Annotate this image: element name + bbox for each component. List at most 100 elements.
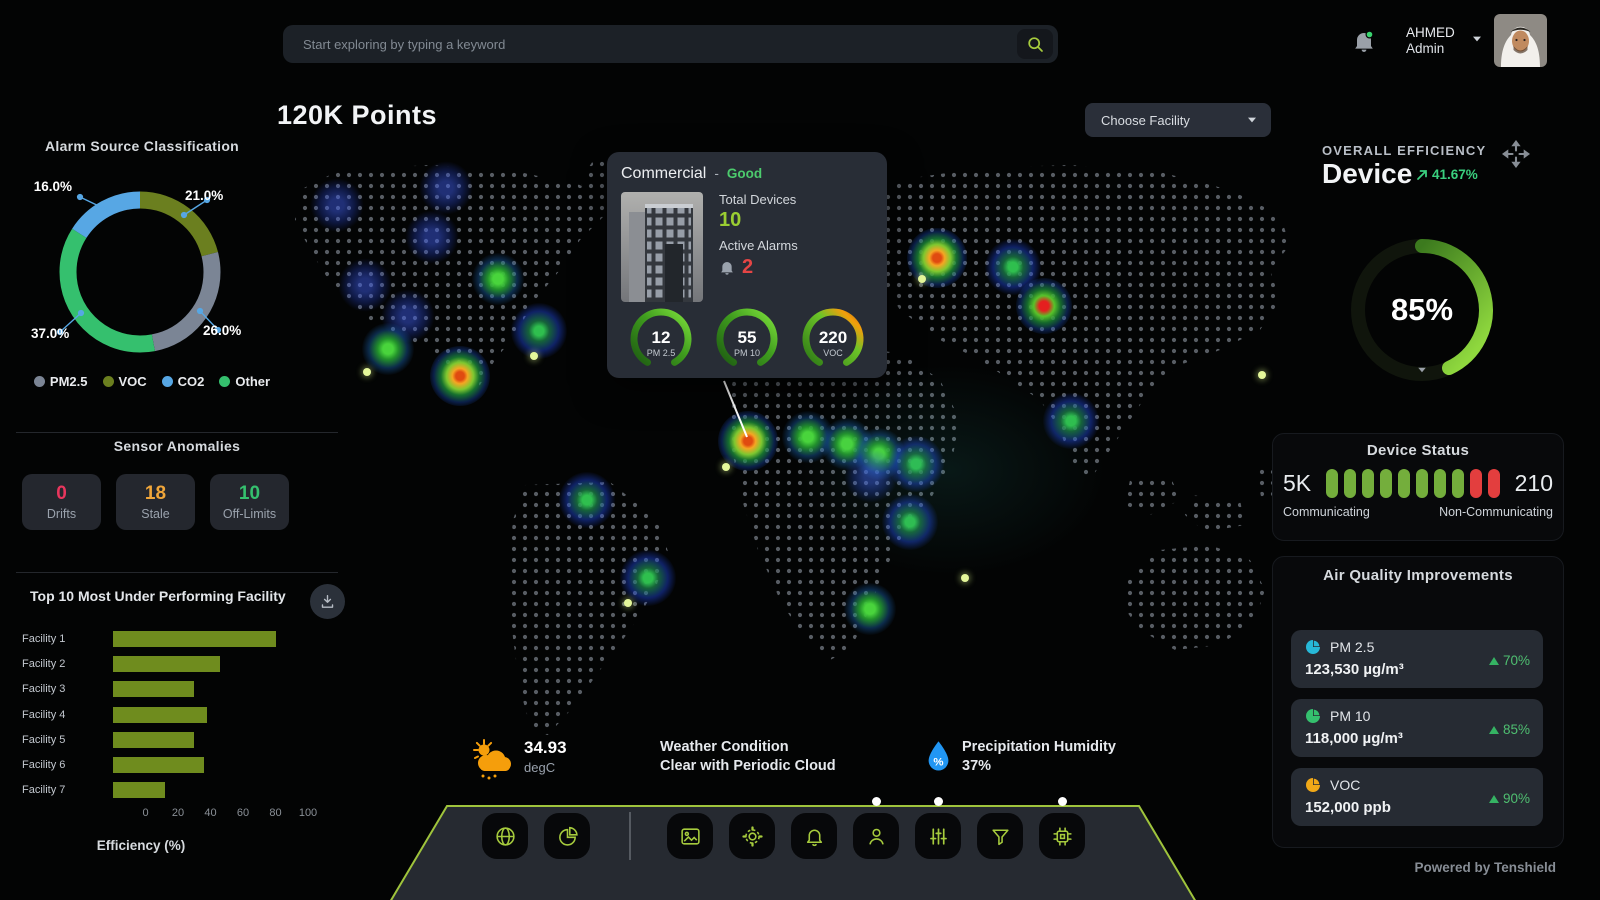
chip-icon (1051, 825, 1074, 848)
facility-bar (113, 656, 220, 672)
user-menu[interactable]: AHMED Admin (1406, 25, 1455, 57)
status-pill-green (1452, 469, 1464, 498)
communicating-count: 5K (1283, 470, 1311, 497)
move-handle-icon[interactable] (1502, 140, 1530, 173)
gear-icon (741, 825, 764, 848)
facility-bar (113, 732, 194, 748)
weather-condition-label: Weather Condition (660, 738, 836, 757)
pie-chart-button[interactable] (544, 813, 590, 859)
pie-chart-icon (556, 825, 579, 848)
donut-label-other: 37.0% (31, 326, 69, 341)
efficiency-title: Device (1322, 158, 1412, 190)
popup-title: Commercial (621, 165, 706, 183)
toolbar-divider (629, 812, 631, 860)
search-button[interactable] (1017, 29, 1053, 59)
powered-by-credit: Powered by Tenshield (1260, 860, 1556, 875)
communicating-label: Communicating (1283, 505, 1370, 519)
globe-icon (494, 825, 517, 848)
anomaly-card-drifts: 0 Drifts (22, 474, 101, 530)
user-button[interactable] (853, 813, 899, 859)
globe-button[interactable] (482, 813, 528, 859)
facility-bar (113, 707, 207, 723)
status-pill-green (1326, 469, 1338, 498)
pie-icon (1305, 639, 1321, 655)
bell-icon (803, 825, 826, 848)
dashboard: AHMED Admin 120K Points Choose Facility … (0, 0, 1600, 900)
x-axis-label: Efficiency (%) (16, 838, 266, 853)
efficiency-gauge-value: 85% (1346, 292, 1498, 328)
facility-chart-title: Top 10 Most Under Performing Facility (30, 588, 298, 605)
aq-card-voc[interactable]: VOC 152,000 ppb 90% (1291, 768, 1543, 826)
aq-card-pm25[interactable]: PM 2.5 123,530 µg/m³ 70% (1291, 630, 1543, 688)
status-pill-green (1398, 469, 1410, 498)
anomaly-card-stale: 18 Stale (116, 474, 195, 530)
user-menu-caret-icon[interactable] (1473, 37, 1481, 42)
facility-bar (113, 681, 194, 697)
status-pill-red (1470, 469, 1482, 498)
up-arrow-icon (1489, 795, 1499, 803)
image-icon (679, 825, 702, 848)
temperature-unit: degC (524, 760, 567, 775)
active-indicator-dot (1058, 797, 1067, 806)
settings-button[interactable] (729, 813, 775, 859)
svg-text:%: % (933, 756, 943, 768)
status-pill-green (1362, 469, 1374, 498)
device-status-title: Device Status (1283, 442, 1553, 459)
sun-cloud-icon (468, 736, 514, 785)
alerts-button[interactable] (791, 813, 837, 859)
legend-dot (103, 376, 114, 387)
up-arrow-icon (1489, 726, 1499, 734)
humidity-droplet-icon: % (925, 740, 952, 779)
sensor-anomalies-cards: 0 Drifts 18 Stale 10 Off-Limits (22, 474, 289, 530)
overall-efficiency-kicker: OVERALL EFFICIENCY (1322, 143, 1486, 158)
choose-facility-dropdown[interactable]: Choose Facility (1085, 103, 1271, 137)
user-role: Admin (1406, 41, 1455, 57)
notifications-bell-icon[interactable] (1352, 29, 1376, 60)
filter-button[interactable] (977, 813, 1023, 859)
status-pill-red (1488, 469, 1500, 498)
pie-icon (1305, 777, 1321, 793)
non-communicating-label: Non-Communicating (1439, 505, 1553, 519)
gauge-pm25: 12 PM 2.5 (623, 306, 699, 374)
facility-row: Facility 6 (16, 752, 338, 777)
x-axis-ticks: 0 20 40 60 80 100 (16, 807, 338, 823)
active-indicator-dot (872, 797, 881, 806)
search-input[interactable] (301, 36, 1017, 53)
aq-card-pm10[interactable]: PM 10 118,000 µg/m³ 85% (1291, 699, 1543, 757)
building-photo (621, 192, 703, 302)
popup-header: Commercial - Good (621, 165, 873, 183)
gauge-pm10: 55 PM 10 (709, 306, 785, 374)
gauge-caret-icon[interactable] (1418, 368, 1426, 373)
tune-button[interactable] (915, 813, 961, 859)
total-devices-value: 10 (719, 209, 798, 232)
device-status-pills (1326, 469, 1500, 498)
image-button[interactable] (667, 813, 713, 859)
non-communicating-count: 210 (1515, 470, 1553, 497)
active-indicator-dot (934, 797, 943, 806)
filter-icon (989, 825, 1012, 848)
anomaly-card-offlimits: 10 Off-Limits (210, 474, 289, 530)
air-quality-title: Air Quality Improvements (1273, 567, 1563, 584)
legend-dot (34, 376, 45, 387)
status-pill-green (1344, 469, 1356, 498)
devices-button[interactable] (1039, 813, 1085, 859)
status-pill-green (1380, 469, 1392, 498)
facility-popup[interactable]: Commercial - Good (607, 152, 887, 378)
gauge-voc: 220 VOC (795, 306, 871, 374)
legend-item: PM2.5 (34, 374, 88, 389)
efficiency-delta: 41.67% (1416, 167, 1478, 182)
facility-row: Facility 7 (16, 778, 338, 803)
trend-up-icon (1416, 169, 1428, 181)
search-icon (1026, 35, 1045, 54)
status-pill-green (1434, 469, 1446, 498)
person-icon (865, 825, 888, 848)
user-name: AHMED (1406, 25, 1455, 41)
search-bar[interactable] (283, 25, 1058, 63)
alarm-donut-chart: 16.0% 21.0% 26.0% 37.0% (16, 160, 316, 390)
page-title: 120K Points (277, 100, 437, 131)
avatar[interactable] (1494, 14, 1547, 67)
alarm-bell-icon (719, 259, 735, 277)
legend-dot (219, 376, 230, 387)
popup-stats: Total Devices 10 Active Alarms 2 (719, 192, 798, 302)
temperature-value: 34.93 (524, 738, 567, 758)
